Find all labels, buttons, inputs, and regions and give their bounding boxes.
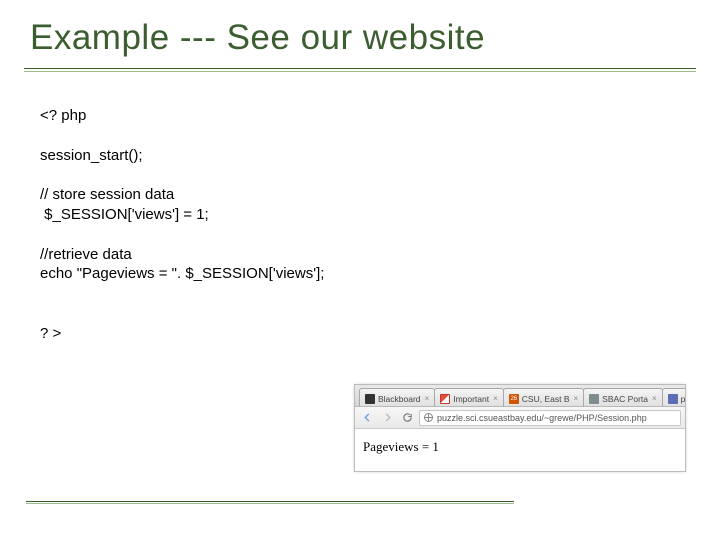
browser-tab: 26 CSU, East B ×: [503, 388, 584, 406]
csu-icon: 26: [509, 394, 519, 404]
tab-label: CSU, East B: [522, 394, 570, 404]
page-output: Pageviews = 1: [355, 429, 685, 465]
tab-label: Blackboard: [378, 394, 421, 404]
browser-nav-bar: puzzle.sci.csueastbay.edu/~grewe/PHP/Ses…: [355, 407, 685, 429]
browser-screenshot: Blackboard × Important × 26 CSU, East B …: [354, 384, 686, 472]
back-arrow-icon: [359, 410, 375, 426]
url-bar: puzzle.sci.csueastbay.edu/~grewe/PHP/Ses…: [419, 410, 681, 426]
reload-icon: [399, 410, 415, 426]
tab-label: SBAC Porta: [602, 394, 648, 404]
php-code-block: <? php session_start(); // store session…: [40, 106, 682, 344]
page-icon: [668, 394, 678, 404]
close-icon: ×: [652, 394, 657, 403]
tab-label: pu: [681, 394, 685, 404]
sbac-icon: [589, 394, 599, 404]
slide-title: Example --- See our website: [28, 18, 692, 66]
close-icon: ×: [493, 394, 498, 403]
footer-divider: [26, 501, 514, 504]
browser-tab: Important ×: [434, 388, 504, 406]
browser-tab: SBAC Porta ×: [583, 388, 663, 406]
forward-arrow-icon: [379, 410, 395, 426]
browser-tab: Blackboard ×: [359, 388, 435, 406]
globe-icon: [424, 413, 433, 422]
gmail-icon: [440, 394, 450, 404]
tab-label: Important: [453, 394, 489, 404]
browser-tab-strip: Blackboard × Important × 26 CSU, East B …: [355, 385, 685, 407]
close-icon: ×: [425, 394, 430, 403]
url-text: puzzle.sci.csueastbay.edu/~grewe/PHP/Ses…: [437, 413, 647, 423]
blackboard-icon: [365, 394, 375, 404]
browser-tab: pu: [662, 388, 685, 406]
close-icon: ×: [574, 394, 579, 403]
